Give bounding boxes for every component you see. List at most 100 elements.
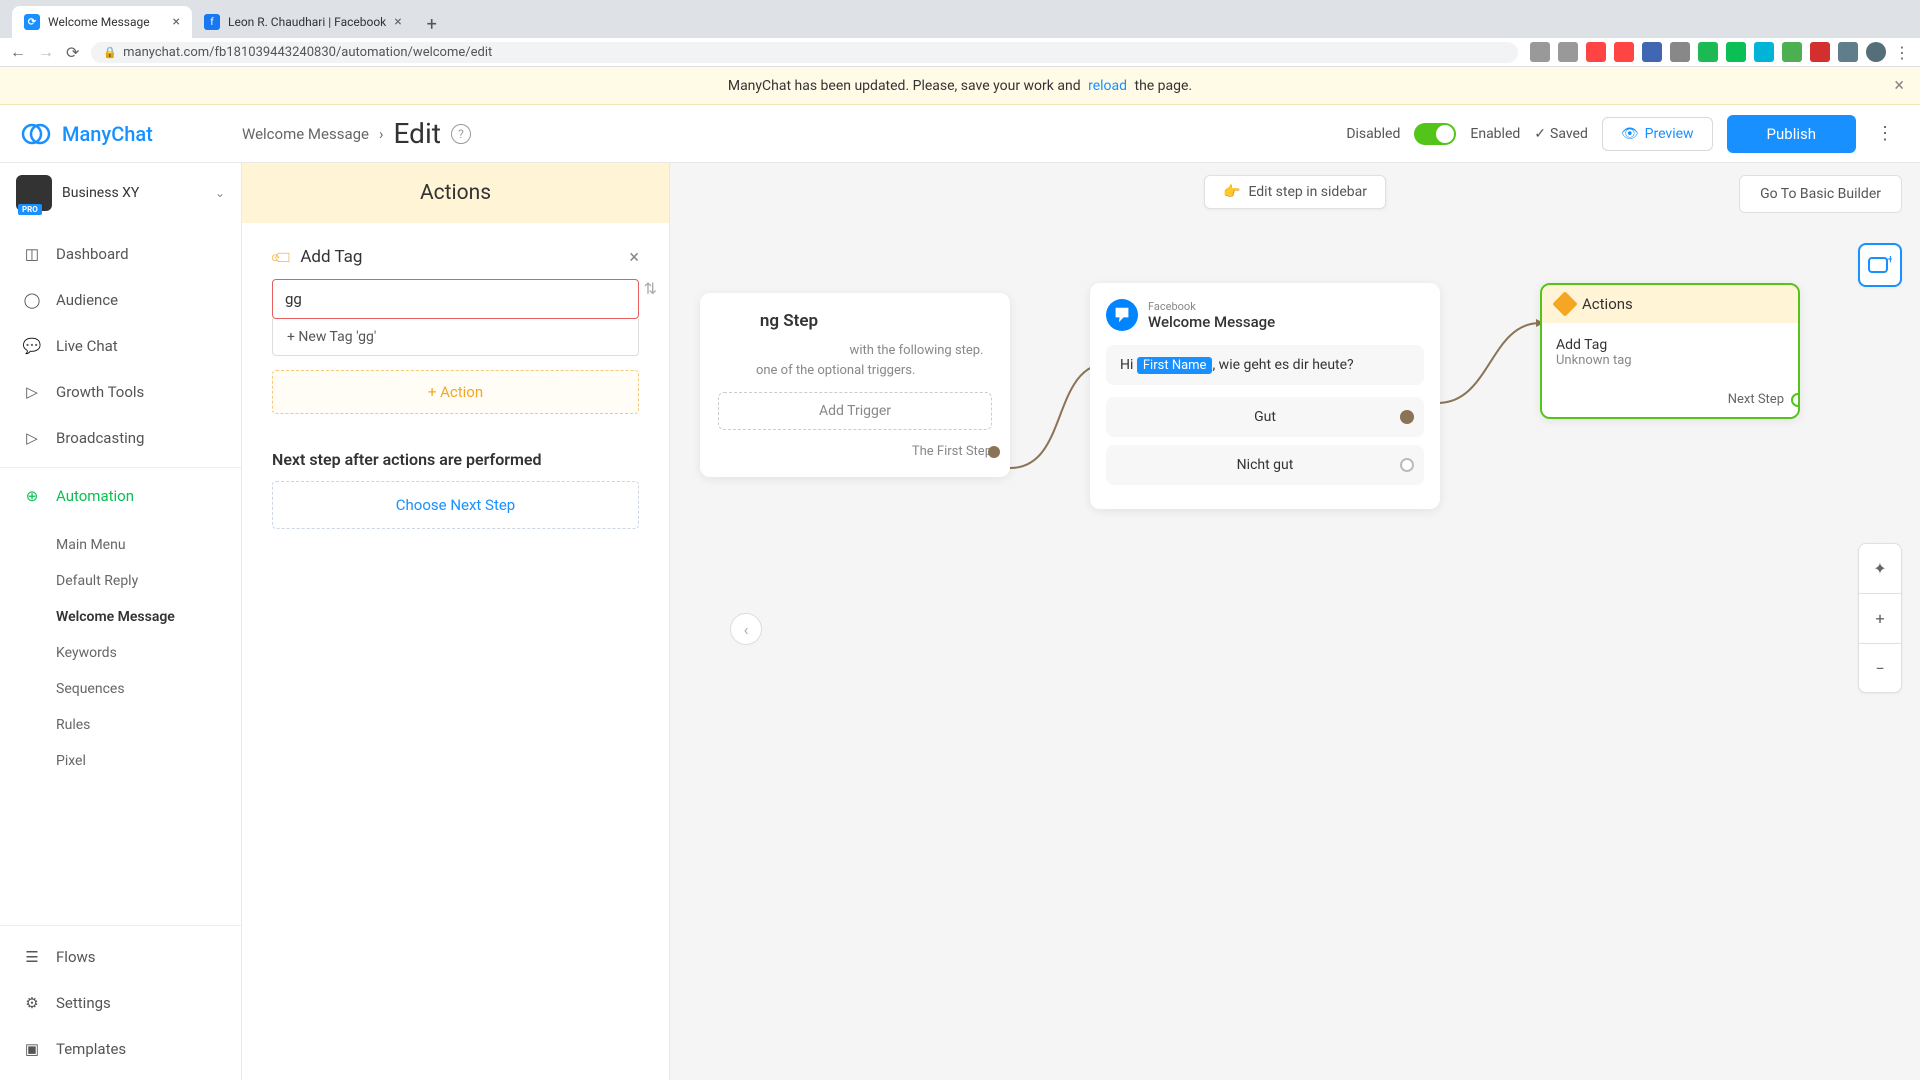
close-icon[interactable]: × [394, 14, 401, 30]
publish-button[interactable]: Publish [1727, 115, 1856, 153]
edit-in-sidebar-button[interactable]: 👉 Edit step in sidebar [1204, 175, 1386, 209]
sub-item-defaultreply[interactable]: Default Reply [56, 563, 241, 599]
enable-toggle[interactable] [1414, 123, 1456, 145]
chevron-down-icon: ⌄ [215, 186, 225, 200]
facebook-favicon: f [204, 14, 220, 30]
extension-icon[interactable] [1726, 42, 1746, 62]
close-icon[interactable]: × [1894, 75, 1904, 96]
saved-label: Saved [1550, 126, 1588, 142]
manychat-favicon: ⟳ [24, 14, 40, 30]
notification-prefix: ManyChat has been updated. Please, save … [728, 78, 1084, 94]
extension-icon[interactable] [1810, 42, 1830, 62]
extension-icon[interactable] [1642, 42, 1662, 62]
new-tag-option[interactable]: + New Tag 'gg' [272, 319, 639, 356]
url-input[interactable]: 🔒 manychat.com/fb181039443240830/automat… [91, 42, 1518, 63]
output-port[interactable] [988, 446, 1000, 458]
action-icon [1552, 291, 1577, 316]
extension-icon[interactable] [1754, 42, 1774, 62]
autolayout-button[interactable]: ✦ [1858, 543, 1902, 593]
sidebar-item-label: Audience [56, 291, 118, 309]
add-tag-card: 🏷 Add Tag × ⇅ + New Tag 'gg' [272, 247, 639, 356]
add-action-button[interactable]: + Action [272, 370, 639, 414]
actions-node-header: Actions [1542, 285, 1798, 323]
canvas-tools-top: + [1858, 243, 1902, 287]
logo[interactable]: ManyChat [20, 118, 242, 150]
gear-icon: ⚙ [22, 993, 42, 1013]
actions-node[interactable]: Actions Add Tag Unknown tag Next Step [1540, 283, 1800, 419]
sidebar-item-label: Templates [56, 1040, 126, 1058]
zoom-in-button[interactable]: + [1858, 593, 1902, 643]
output-port[interactable] [1400, 410, 1414, 424]
zoom-out-button[interactable]: − [1858, 643, 1902, 693]
channel-label: Facebook [1148, 300, 1275, 313]
add-trigger-button[interactable]: Add Trigger [718, 392, 992, 430]
flows-icon: ☰ [22, 947, 42, 967]
flow-canvas[interactable]: 👉 Edit step in sidebar Go To Basic Build… [670, 163, 1920, 1080]
browser-tab-active[interactable]: ⟳ Welcome Message × [12, 6, 192, 38]
sub-item-mainmenu[interactable]: Main Menu [56, 527, 241, 563]
actions-node-title: Actions [1582, 295, 1633, 313]
help-icon[interactable]: ? [451, 124, 471, 144]
basic-builder-button[interactable]: Go To Basic Builder [1739, 175, 1902, 213]
drag-handle-icon[interactable]: ⇅ [644, 279, 657, 298]
extension-icon[interactable] [1530, 42, 1550, 62]
extension-icon[interactable] [1698, 42, 1718, 62]
close-icon[interactable]: × [629, 247, 639, 268]
sub-item-rules[interactable]: Rules [56, 707, 241, 743]
sidebar-item-automation[interactable]: ⊕ Automation [0, 467, 241, 519]
sidebar-item-dashboard[interactable]: ◫ Dashboard [0, 231, 241, 277]
sidebar-item-livechat[interactable]: 💬 Live Chat [0, 323, 241, 369]
extension-icon[interactable] [1838, 42, 1858, 62]
output-port[interactable] [1791, 393, 1800, 407]
extension-icon[interactable] [1670, 42, 1690, 62]
new-tab-button[interactable]: + [418, 10, 446, 38]
welcome-message-node[interactable]: Facebook Welcome Message Hi First Name, … [1090, 283, 1440, 509]
tab-bar: ⟳ Welcome Message × f Leon R. Chaudhari … [0, 0, 1920, 38]
sub-item-sequences[interactable]: Sequences [56, 671, 241, 707]
notification-bar: ManyChat has been updated. Please, save … [0, 67, 1920, 105]
tag-input[interactable] [272, 279, 639, 319]
reload-icon[interactable]: ⟳ [66, 43, 79, 62]
edit-step-label: Edit step in sidebar [1248, 184, 1367, 200]
workspace-name: Business XY [62, 185, 205, 201]
extension-icon[interactable] [1782, 42, 1802, 62]
message-bubble[interactable]: Hi First Name, wie geht es dir heute? [1106, 345, 1424, 385]
sub-item-keywords[interactable]: Keywords [56, 635, 241, 671]
output-port[interactable] [1400, 458, 1414, 472]
sidebar-item-settings[interactable]: ⚙ Settings [0, 980, 241, 1026]
sub-item-welcome[interactable]: Welcome Message [56, 599, 241, 635]
app-header: ManyChat Welcome Message › Edit ? Disabl… [0, 105, 1920, 163]
back-icon[interactable]: ← [10, 42, 26, 62]
sidebar-item-label: Settings [56, 994, 111, 1012]
sidebar-item-growth[interactable]: ▷ Growth Tools [0, 369, 241, 415]
collapse-button[interactable]: ‹ [730, 613, 762, 645]
more-icon[interactable]: ⋮ [1870, 123, 1900, 144]
workspace-selector[interactable]: PRO Business XY ⌄ [0, 163, 241, 223]
actions-node-body: Add Tag Unknown tag [1542, 323, 1798, 382]
sidebar-item-broadcasting[interactable]: ▷ Broadcasting [0, 415, 241, 461]
choose-next-step-button[interactable]: Choose Next Step [272, 481, 639, 529]
reload-link[interactable]: reload [1088, 78, 1127, 94]
extension-icon[interactable] [1586, 42, 1606, 62]
sidebar-item-templates[interactable]: ▣ Templates [0, 1026, 241, 1072]
breadcrumb-item[interactable]: Welcome Message [242, 125, 369, 143]
extension-icon[interactable] [1614, 42, 1634, 62]
close-icon[interactable]: × [173, 14, 180, 30]
dashboard-icon: ◫ [22, 244, 42, 264]
sidebar-item-flows[interactable]: ☰ Flows [0, 934, 241, 980]
add-node-button[interactable]: + [1858, 243, 1902, 287]
starting-step-node[interactable]: Starting Step When sent, flow starts wit… [700, 293, 1010, 477]
quick-reply-gut[interactable]: Gut [1106, 397, 1424, 437]
sidebar-item-audience[interactable]: ◯ Audience [0, 277, 241, 323]
url-text: manychat.com/fb181039443240830/automatio… [123, 45, 492, 60]
preview-button[interactable]: 👁 Preview [1602, 117, 1713, 151]
profile-avatar[interactable] [1866, 42, 1886, 62]
greeting-prefix: Hi [1120, 357, 1137, 373]
menu-icon[interactable]: ⋮ [1894, 43, 1910, 62]
sub-item-pixel[interactable]: Pixel [56, 743, 241, 779]
extension-icon[interactable] [1558, 42, 1578, 62]
quick-reply-nichtgut[interactable]: Nicht gut [1106, 445, 1424, 485]
browser-tab[interactable]: f Leon R. Chaudhari | Facebook × [192, 6, 414, 38]
sidebar-item-label: Flows [56, 948, 96, 966]
add-tag-title: Add Tag [300, 247, 362, 267]
